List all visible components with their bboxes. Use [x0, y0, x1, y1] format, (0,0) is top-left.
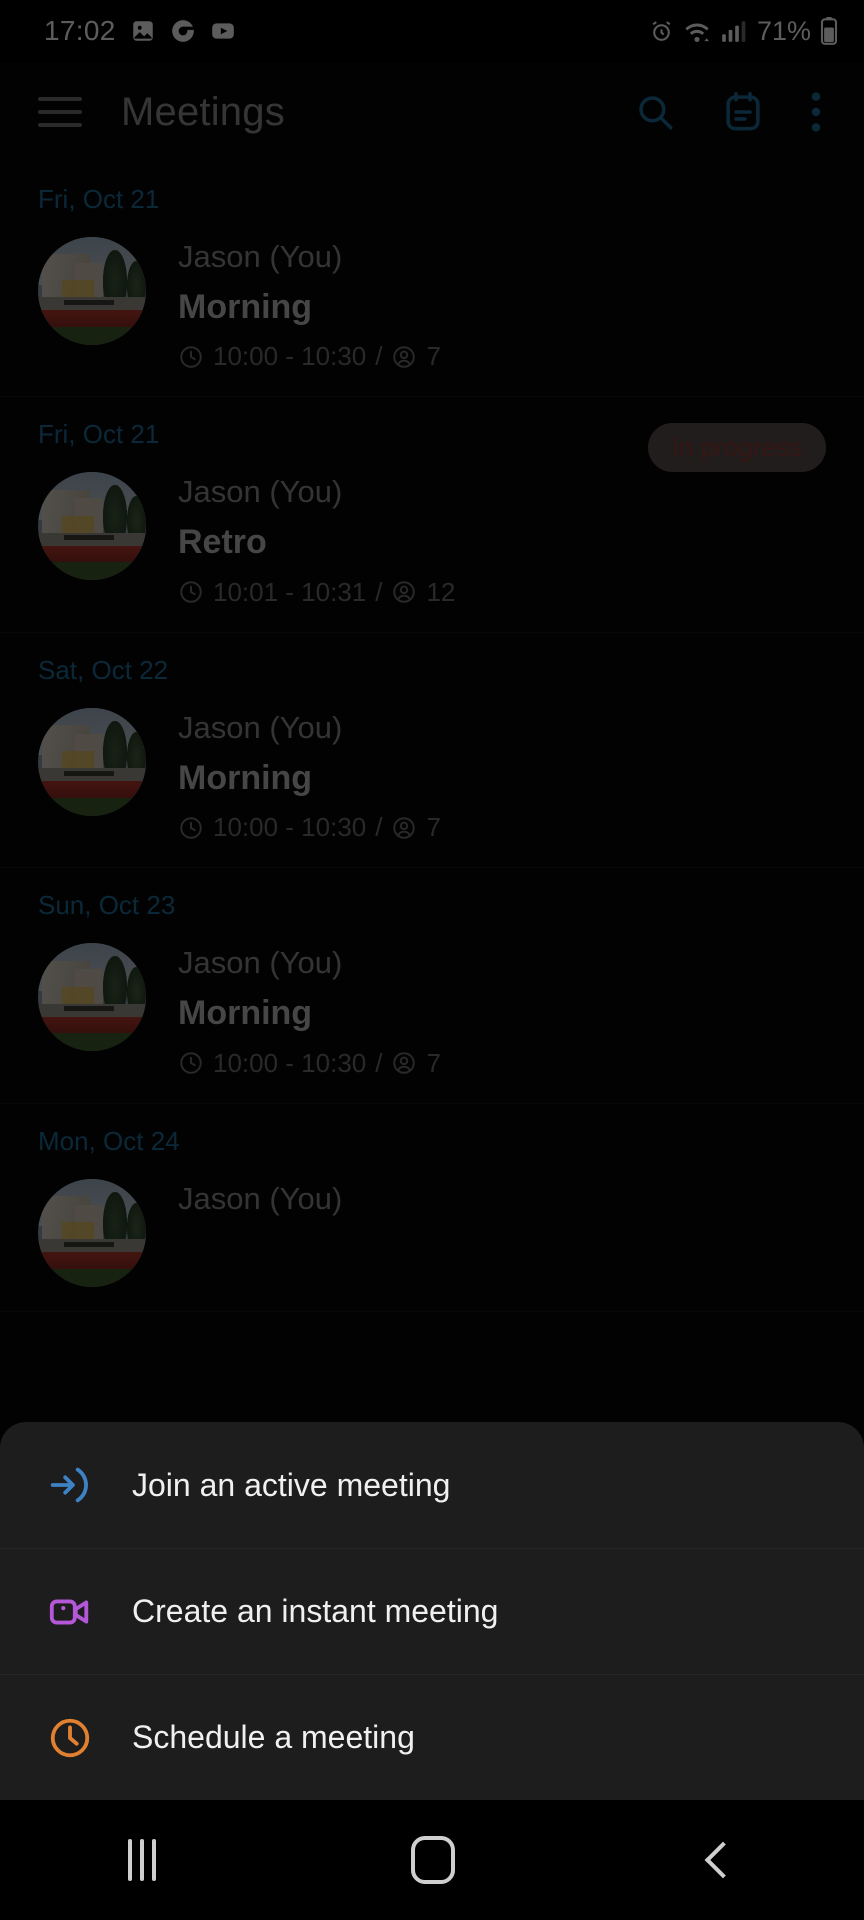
- video-camera-icon: [44, 1589, 96, 1635]
- back-button[interactable]: [704, 1841, 742, 1879]
- phone-screen: 17:02 71%: [0, 0, 864, 1920]
- sheet-item-label: Schedule a meeting: [132, 1719, 415, 1755]
- recents-button[interactable]: [127, 1839, 156, 1881]
- bottom-sheet: Join an active meeting Create an instant…: [0, 1422, 864, 1800]
- sheet-item-join-active-meeting[interactable]: Join an active meeting: [0, 1422, 864, 1548]
- login-arrow-icon: [44, 1462, 96, 1508]
- sheet-item-schedule-meeting[interactable]: Schedule a meeting: [0, 1674, 864, 1800]
- home-button[interactable]: [410, 1836, 455, 1884]
- system-navigation-bar: [0, 1800, 864, 1920]
- sheet-item-label: Create an instant meeting: [132, 1593, 499, 1629]
- clock-icon: [44, 1715, 96, 1761]
- sheet-item-label: Join an active meeting: [132, 1466, 451, 1503]
- sheet-item-create-instant-meeting[interactable]: Create an instant meeting: [0, 1548, 864, 1674]
